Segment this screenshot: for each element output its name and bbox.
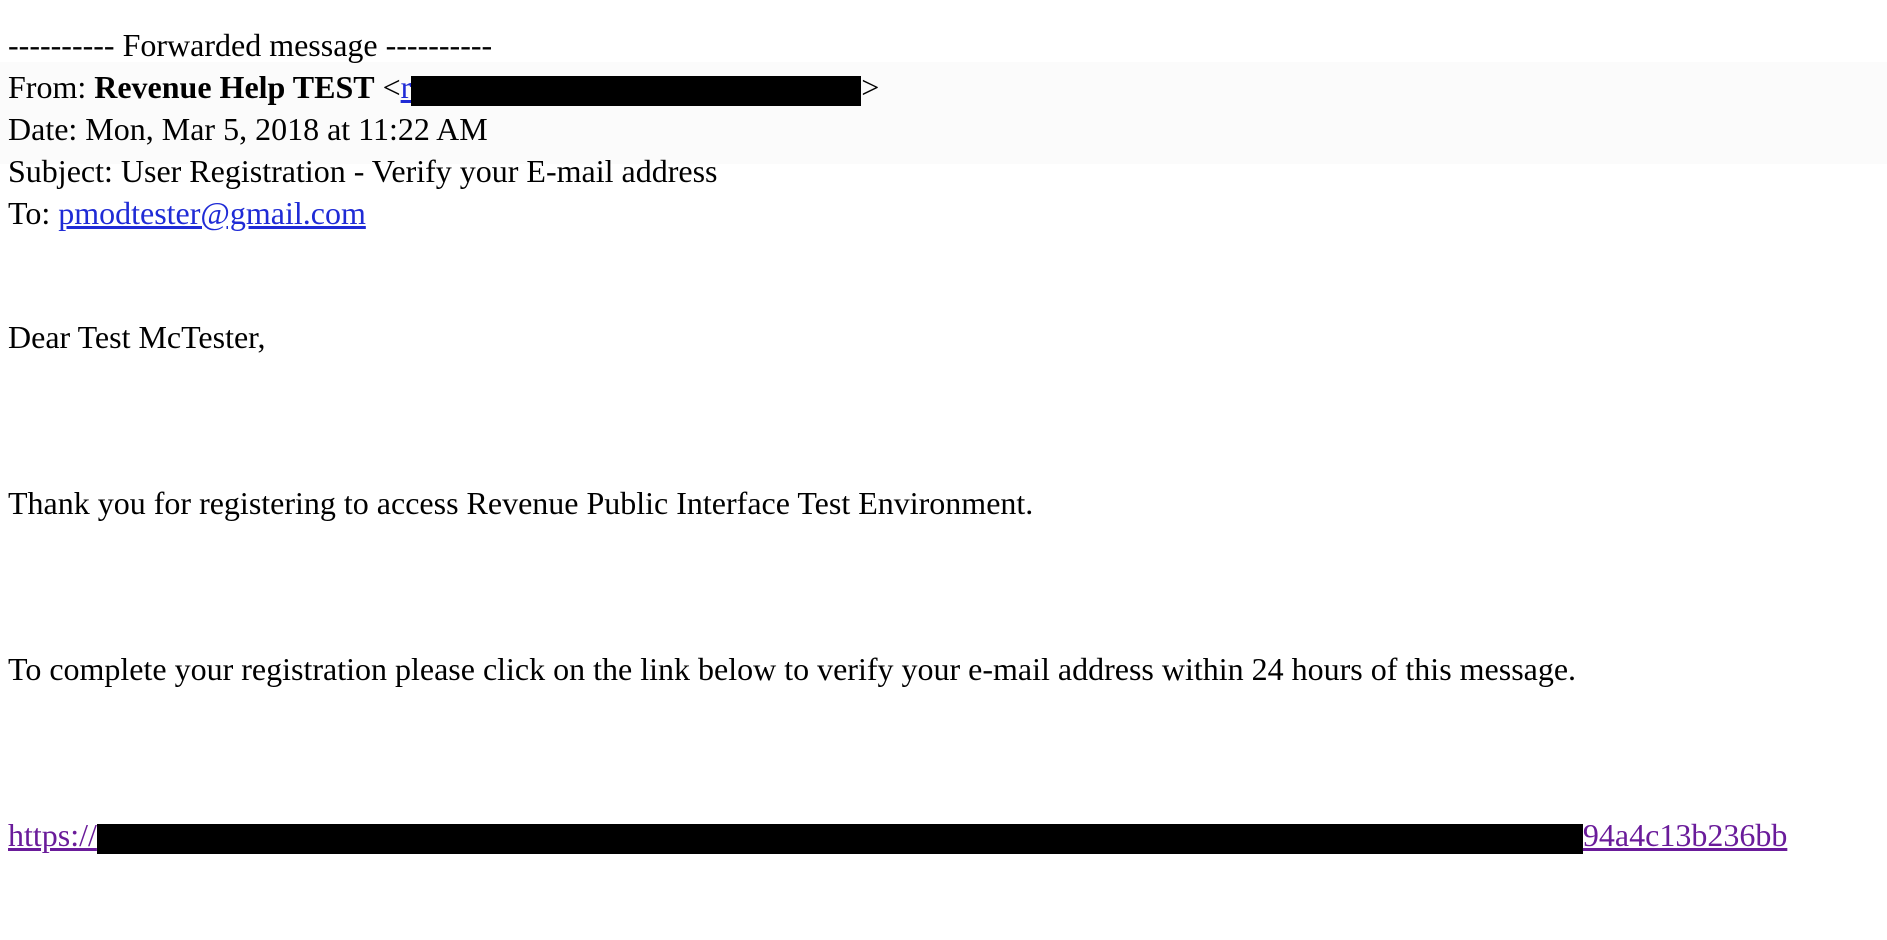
instructions-text: To complete your registration please cli… <box>8 651 1577 687</box>
verification-link-suffix: 94a4c13b236bb <box>1582 817 1788 853</box>
verification-link[interactable]: https:// 94a4c13b236bb <box>8 817 1788 854</box>
sender-email-open-bracket: < <box>382 69 401 105</box>
verification-link-prefix: https:// <box>8 817 97 853</box>
sender-name: Revenue Help TEST <box>94 69 375 105</box>
verification-link-line: https:// 94a4c13b236bb <box>8 814 1787 856</box>
greeting-text: Dear Test McTester, <box>8 319 266 355</box>
verification-link-redaction <box>96 823 1583 854</box>
date-value: Mon, Mar 5, 2018 at 11:22 AM <box>85 111 488 147</box>
forwarded-message-divider: ---------- Forwarded message ---------- <box>8 24 492 66</box>
sender-email-redaction <box>411 75 862 106</box>
from-label: From: <box>8 69 95 105</box>
thanks-paragraph: Thank you for registering to access Reve… <box>8 482 1033 524</box>
sender-email-link[interactable]: r <box>400 69 862 106</box>
recipient-email-link[interactable]: pmodtester@gmail.com <box>58 195 366 231</box>
forwarded-label: ---------- Forwarded message ---------- <box>8 27 493 63</box>
date-label: Date: <box>8 111 86 147</box>
sender-email-visible-part: r <box>400 69 412 105</box>
from-line: From: Revenue Help TEST <r > <box>8 66 879 108</box>
subject-line: Subject: User Registration - Verify your… <box>8 150 717 192</box>
instructions-paragraph: To complete your registration please cli… <box>8 648 1576 690</box>
to-label: To: <box>8 195 59 231</box>
subject-value: User Registration - Verify your E-mail a… <box>120 153 718 189</box>
subject-label: Subject: <box>8 153 121 189</box>
to-line: To: pmodtester@gmail.com <box>8 192 366 234</box>
date-line: Date: Mon, Mar 5, 2018 at 11:22 AM <box>8 108 488 150</box>
sender-email-close-bracket: > <box>861 69 880 105</box>
greeting: Dear Test McTester, <box>8 316 266 358</box>
thanks-text: Thank you for registering to access Reve… <box>8 485 1034 521</box>
